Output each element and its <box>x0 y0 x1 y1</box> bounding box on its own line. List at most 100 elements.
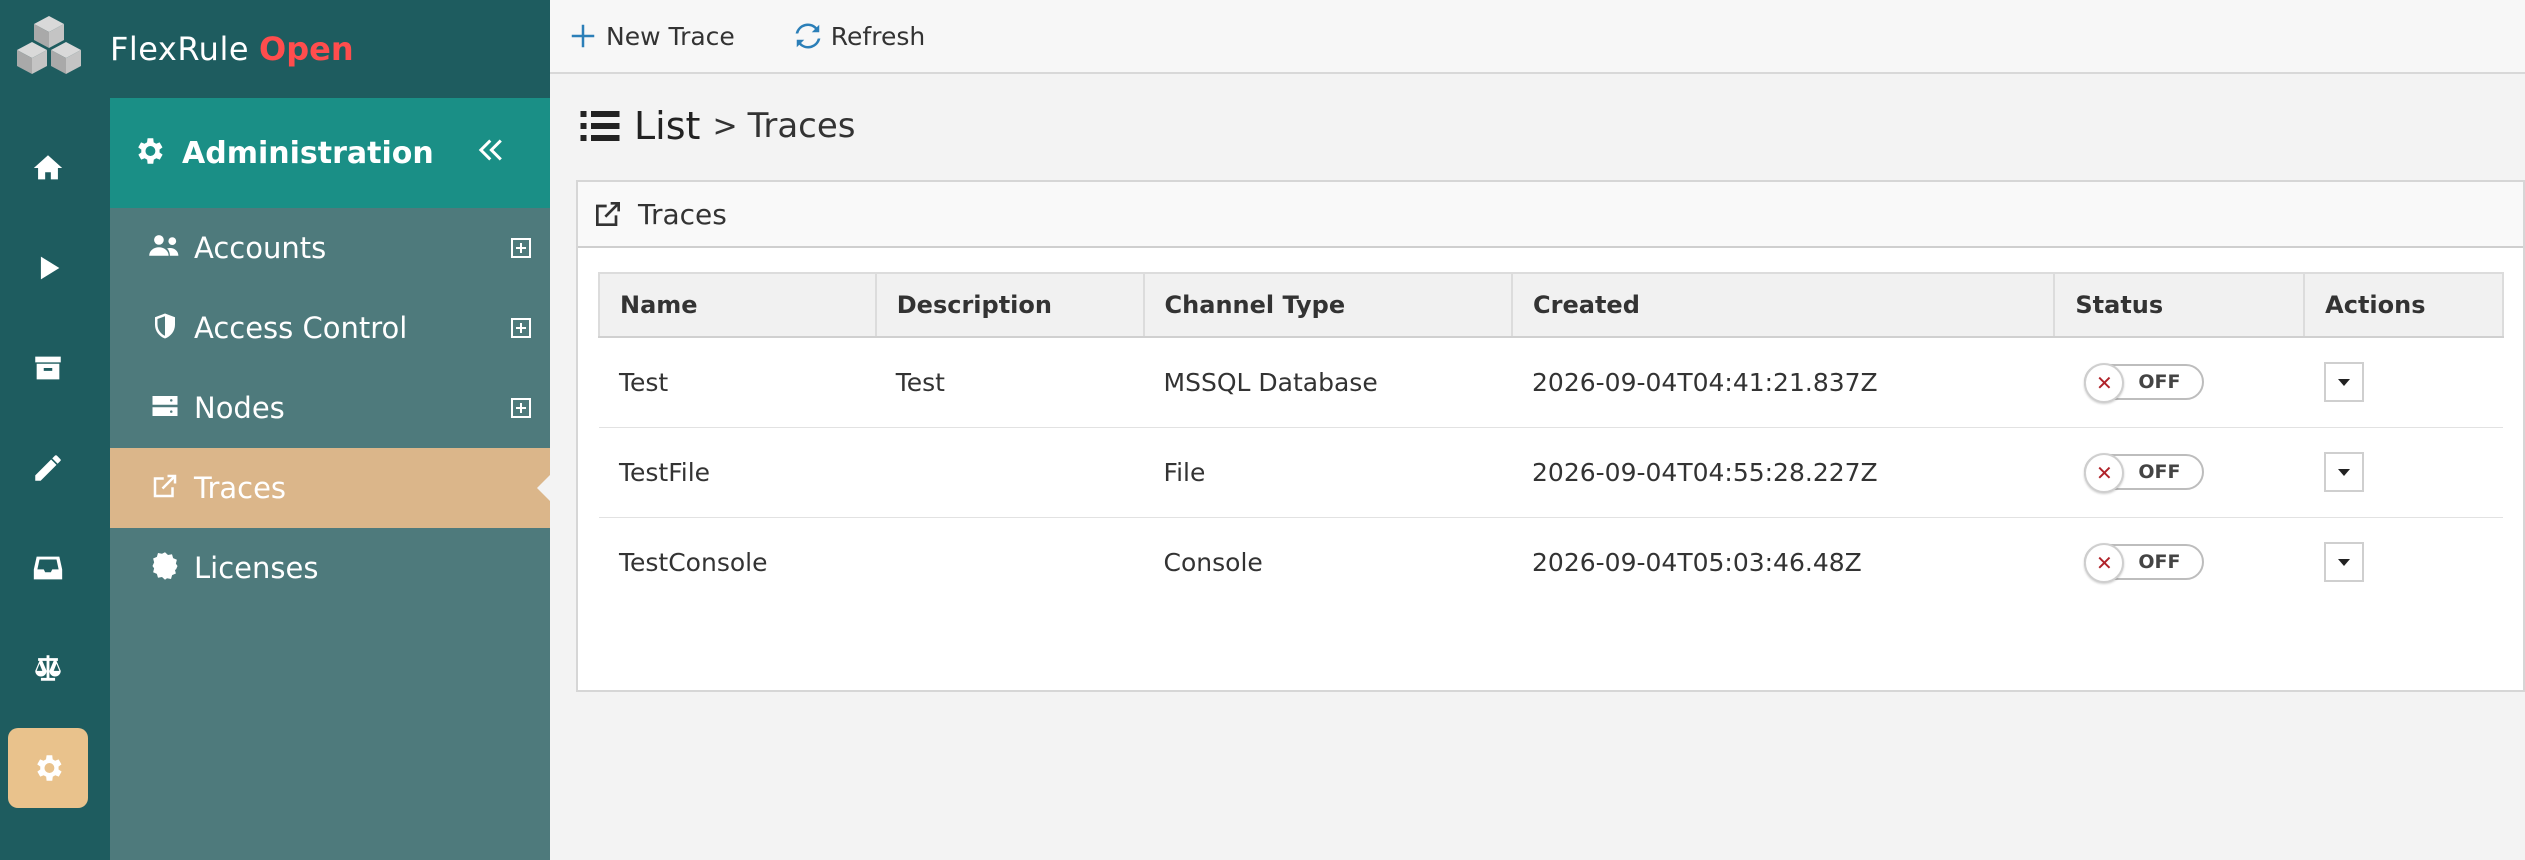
rail-run-button[interactable] <box>8 228 88 308</box>
rail-settings-button[interactable] <box>8 728 88 808</box>
cell-channel-type: File <box>1143 427 1513 518</box>
toggle-knob: ✕ <box>2084 543 2125 584</box>
status-toggle[interactable]: ✕ OFF <box>2084 543 2205 584</box>
external-link-icon <box>596 202 620 226</box>
sidebar-item-traces[interactable]: Traces <box>110 448 551 528</box>
column-header-status[interactable]: Status <box>2054 272 2306 338</box>
sidebar-item-label: Nodes <box>194 391 285 425</box>
caret-down-icon <box>2338 559 2351 567</box>
toggle-knob: ✕ <box>2084 363 2125 404</box>
brand-edition: Open <box>259 30 354 68</box>
status-toggle[interactable]: ✕ OFF <box>2084 363 2205 404</box>
cell-name: TestFile <box>599 427 876 518</box>
app-brand: FlexRule Open <box>110 0 550 98</box>
column-header-channel-type[interactable]: Channel Type <box>1143 272 1514 338</box>
new-trace-label: New Trace <box>606 21 735 51</box>
close-x-icon: ✕ <box>2095 551 2113 576</box>
cell-actions <box>2304 517 2503 607</box>
gear-icon <box>37 755 62 781</box>
users-icon <box>148 231 182 265</box>
sidebar-header: Administration <box>110 98 550 208</box>
expand-plus-icon[interactable] <box>510 317 532 339</box>
refresh-button[interactable]: Refresh <box>793 21 925 51</box>
breadcrumb: List > Traces <box>580 104 856 148</box>
double-chevron-left-icon <box>478 139 502 161</box>
expand-plus-icon[interactable] <box>510 237 532 259</box>
rail-edit-button[interactable] <box>8 428 88 508</box>
cell-actions <box>2304 337 2503 428</box>
cell-created: 2026-09-04T04:55:28.227Z <box>1512 427 2055 518</box>
sidebar-item-label: Access Control <box>194 311 408 345</box>
breadcrumb-current: Traces <box>747 106 856 146</box>
collapse-sidebar-button[interactable] <box>472 132 512 172</box>
panel-header: Traces <box>578 182 2523 248</box>
sidebar-item-label: Traces <box>194 471 287 505</box>
breadcrumb-root[interactable]: List <box>634 104 700 148</box>
column-header-name[interactable]: Name <box>598 272 877 338</box>
traces-panel: Traces Name Description Channel Type Cre… <box>576 180 2525 692</box>
pencil-icon <box>35 455 61 481</box>
list-icon <box>580 111 620 141</box>
sidebar-item-label: Licenses <box>194 551 319 585</box>
rail-archive-button[interactable] <box>8 328 88 408</box>
close-x-icon: ✕ <box>2095 461 2113 485</box>
sidebar-item-access-control[interactable]: Access Control <box>110 288 550 368</box>
inbox-icon <box>33 556 63 580</box>
cell-channel-type: MSSQL Database <box>1143 337 1513 428</box>
main-content: New Trace Refresh List > Traces Traces N… <box>550 0 2525 860</box>
icon-rail <box>0 0 110 860</box>
external-link-icon <box>148 471 182 505</box>
table-row[interactable]: TestFile File 2026-09-04T04:55:28.227Z ✕… <box>599 427 2503 518</box>
toggle-state-label: OFF <box>2138 461 2181 483</box>
gear-icon <box>132 134 166 172</box>
caret-down-icon <box>2338 379 2351 387</box>
cell-status: ✕ OFF <box>2054 337 2305 428</box>
home-icon <box>33 155 63 180</box>
column-header-created[interactable]: Created <box>1512 272 2056 338</box>
cell-name: TestConsole <box>619 547 768 577</box>
rail-scale-button[interactable] <box>8 628 88 708</box>
sidebar-item-nodes[interactable]: Nodes <box>110 368 550 448</box>
certificate-icon <box>148 551 182 585</box>
column-header-actions: Actions <box>2304 272 2504 338</box>
cell-status: ✕ OFF <box>2054 517 2304 607</box>
play-icon <box>40 256 60 280</box>
expand-plus-icon[interactable] <box>510 397 532 419</box>
cell-description <box>875 427 1144 518</box>
brand-name: FlexRule <box>110 30 250 68</box>
column-header-description[interactable]: Description <box>875 272 1145 338</box>
cell-actions <box>2304 427 2503 518</box>
rail-inbox-button[interactable] <box>8 528 88 608</box>
close-x-icon: ✕ <box>2095 371 2113 396</box>
cell-name: Test <box>599 337 876 428</box>
cell-description: Test <box>875 337 1144 428</box>
toggle-state-label: OFF <box>2138 371 2181 394</box>
shield-icon <box>148 311 182 345</box>
panel-title: Traces <box>638 197 727 231</box>
admin-sidebar: Administration Accounts Access Control N… <box>110 98 551 860</box>
server-icon <box>148 391 182 425</box>
refresh-icon <box>795 23 821 49</box>
cell-channel-type: Console <box>1163 547 1263 577</box>
table-row[interactable]: Test Test MSSQL Database 2026-09-04T04:4… <box>599 337 2503 428</box>
table-row[interactable]: TestConsole Console 2026-09-04T05:03:46.… <box>599 517 2503 607</box>
toggle-knob: ✕ <box>2084 453 2125 493</box>
toggle-state-label: OFF <box>2138 551 2181 574</box>
sidebar-title: Administration <box>182 135 434 171</box>
logo-cubes-icon <box>14 14 84 78</box>
actions-dropdown-button[interactable] <box>2324 542 2365 583</box>
table-header-row: Name Description Channel Type Created St… <box>598 272 2504 338</box>
cell-description <box>876 517 1144 607</box>
scale-icon <box>35 655 61 681</box>
refresh-label: Refresh <box>830 21 926 51</box>
archive-icon <box>35 356 61 380</box>
cell-created: 2026-09-04T04:41:21.837Z <box>1512 337 2055 428</box>
sidebar-item-accounts[interactable]: Accounts <box>110 208 550 288</box>
actions-dropdown-button[interactable] <box>2324 362 2365 403</box>
actions-dropdown-button[interactable] <box>2324 452 2365 492</box>
sidebar-item-label: Accounts <box>194 231 327 265</box>
rail-home-button[interactable] <box>8 128 88 208</box>
new-trace-button[interactable]: New Trace <box>568 21 735 51</box>
status-toggle[interactable]: ✕ OFF <box>2084 453 2205 493</box>
sidebar-item-licenses[interactable]: Licenses <box>110 528 550 608</box>
